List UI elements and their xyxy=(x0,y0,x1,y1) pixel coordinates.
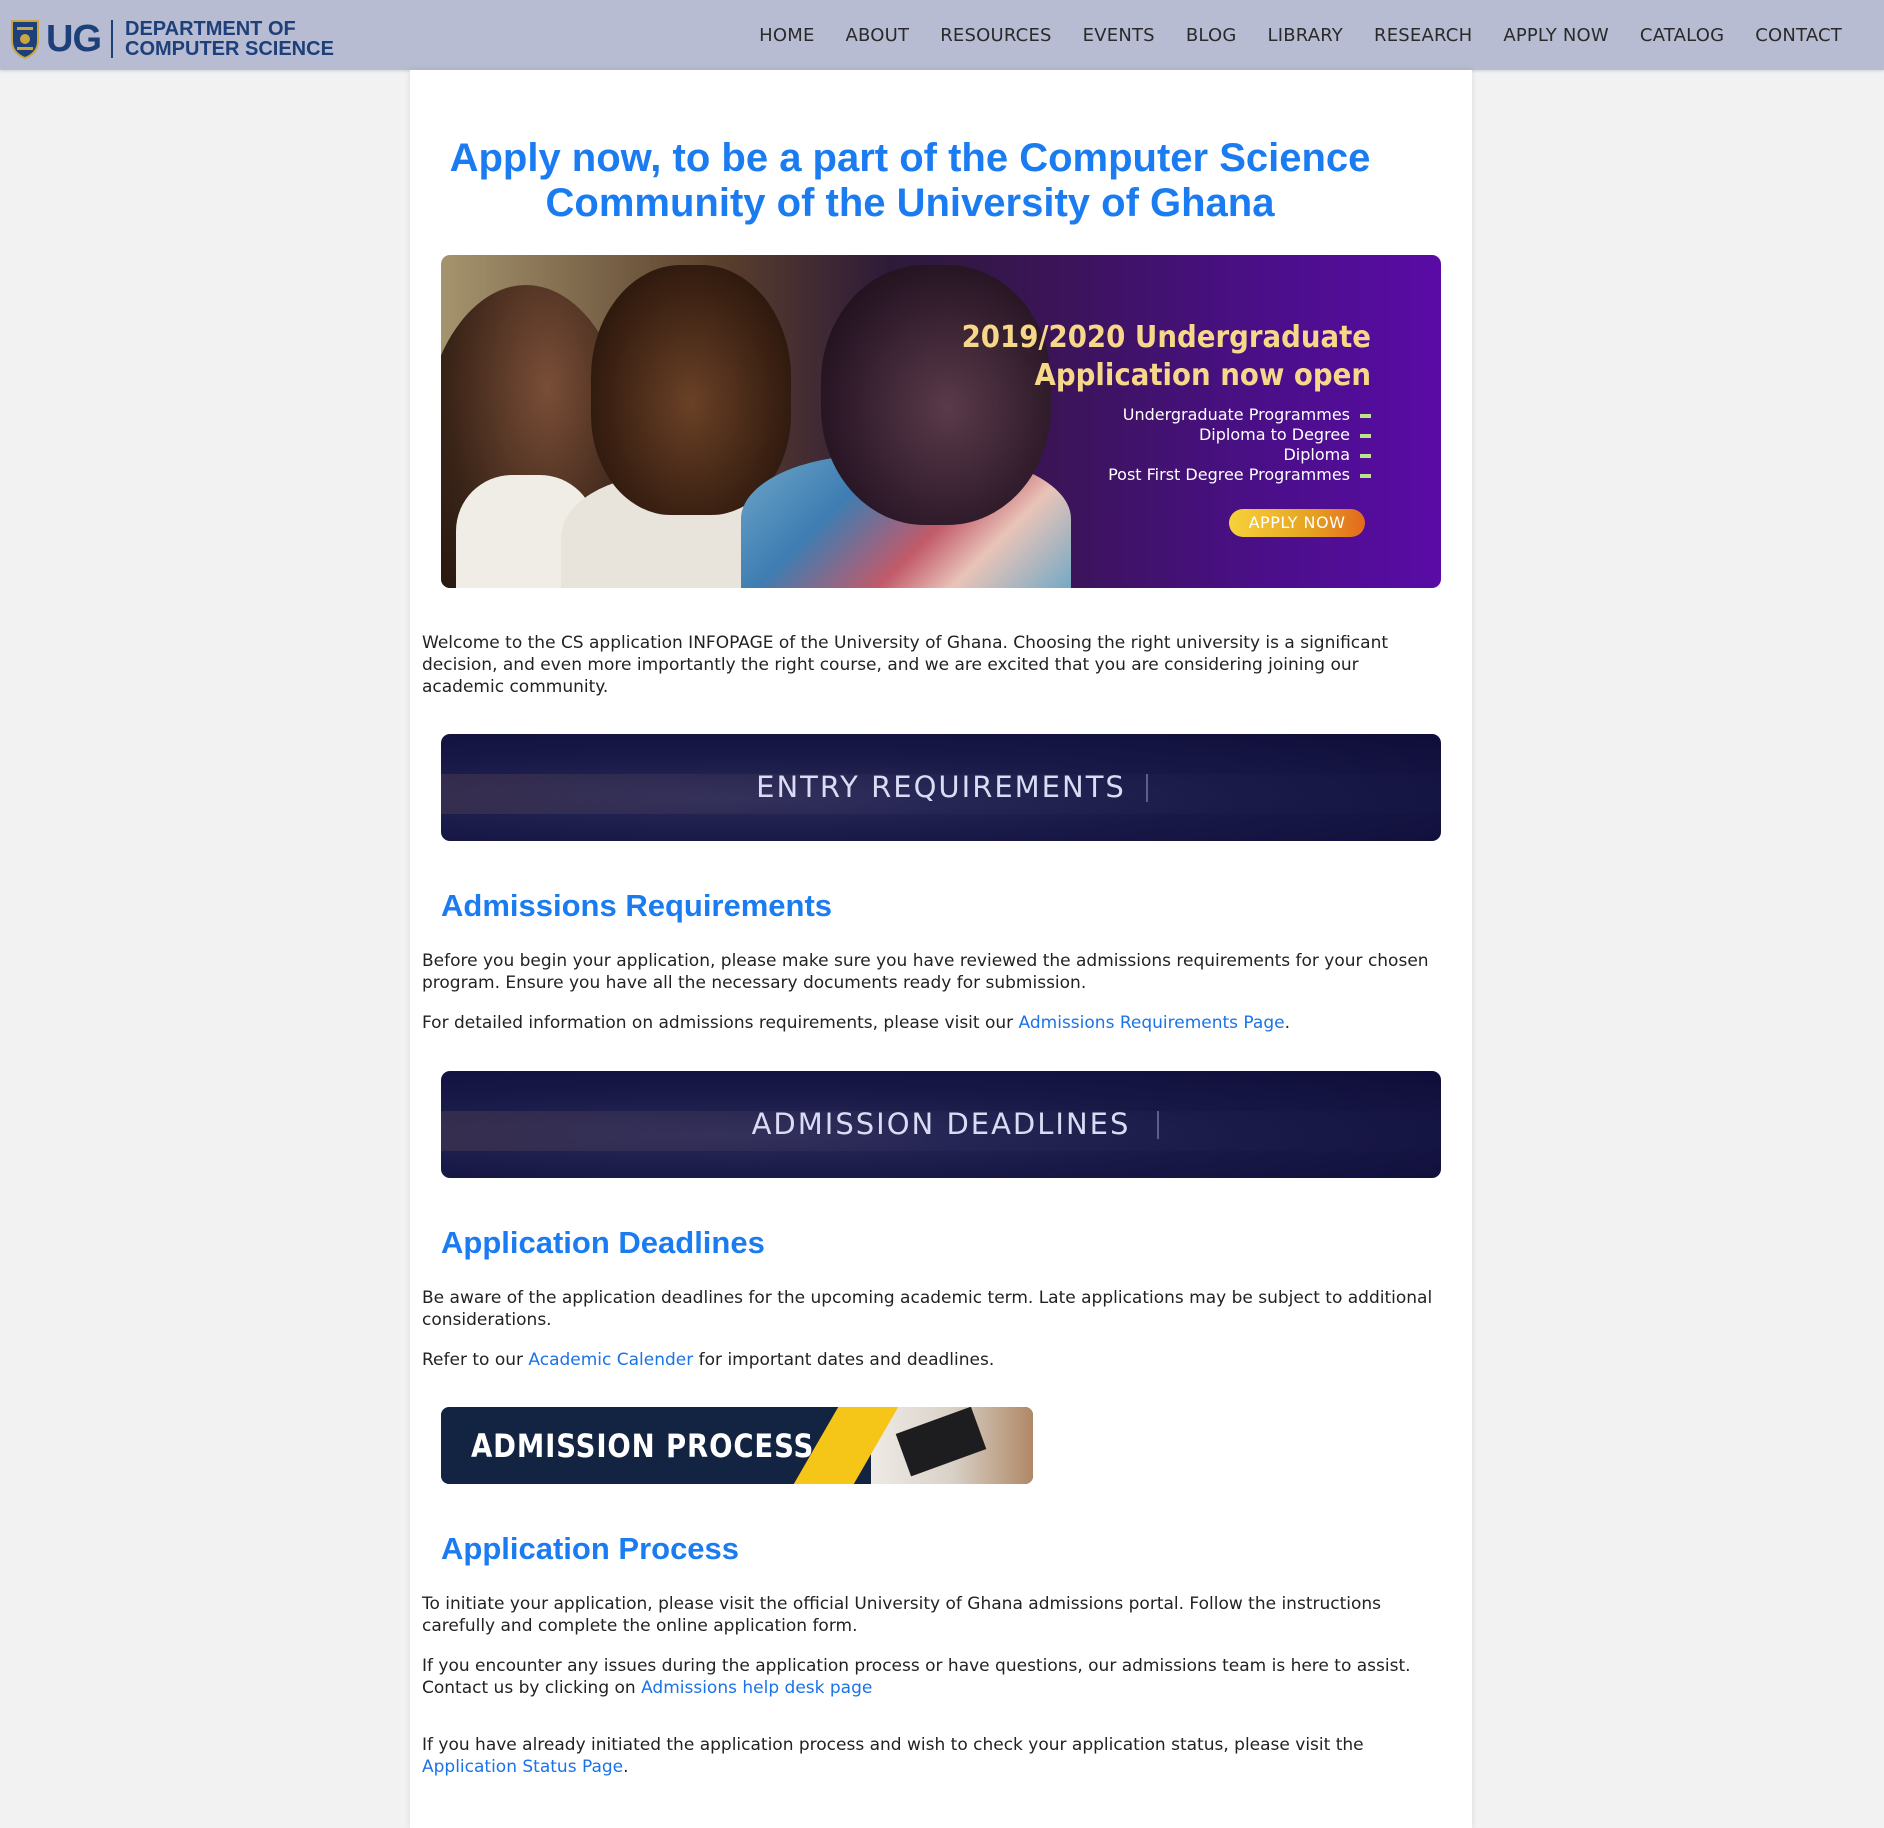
hero-list-item: Diploma xyxy=(926,445,1371,465)
nav-home[interactable]: HOME xyxy=(759,25,814,46)
process-status-paragraph: If you have already initiated the applic… xyxy=(422,1735,1364,1777)
dept-line-2: COMPUTER SCIENCE xyxy=(125,38,334,60)
nav-about[interactable]: ABOUT xyxy=(846,25,910,46)
hero-apply-now-button[interactable]: APPLY NOW xyxy=(1229,509,1365,537)
nav-research[interactable]: RESEARCH xyxy=(1374,25,1472,46)
logo-ug-mark: UG xyxy=(46,17,102,60)
hero-list-item: Diploma to Degree xyxy=(926,425,1371,445)
deadlines-heading: Application Deadlines xyxy=(441,1225,765,1260)
admission-process-banner: ADMISSION PROCESS xyxy=(441,1407,1033,1484)
process-paragraph: To initiate your application, please vis… xyxy=(422,1594,1382,1636)
banner-title: ENTRY REQUIREMENTS xyxy=(756,770,1126,804)
process-heading: Application Process xyxy=(441,1531,740,1566)
hero-photo-person-2 xyxy=(591,265,791,515)
nav-catalog[interactable]: CATALOG xyxy=(1640,25,1724,46)
main-content: Apply now, to be a part of the Computer … xyxy=(410,70,1472,1828)
hero-programme-list: Undergraduate Programmes Diploma to Degr… xyxy=(926,405,1371,485)
logo-divider xyxy=(111,20,113,58)
admissions-link-paragraph: For detailed information on admissions r… xyxy=(422,1013,1290,1033)
admissions-heading: Admissions Requirements xyxy=(441,888,833,923)
hero-title-line-1: 2019/2020 Undergraduate xyxy=(961,320,1371,355)
hero-list-item: Post First Degree Programmes xyxy=(926,465,1371,485)
banner-title: ADMISSION DEADLINES xyxy=(751,1107,1131,1141)
top-navigation-bar: UG DEPARTMENT OF COMPUTER SCIENCE HOME A… xyxy=(0,0,1884,70)
admissions-help-desk-link[interactable]: Admissions help desk page xyxy=(641,1678,872,1698)
bullet-dash-icon xyxy=(1360,433,1371,438)
main-nav: HOME ABOUT RESOURCES EVENTS BLOG LIBRARY… xyxy=(728,0,1842,70)
bullet-dash-icon xyxy=(1360,473,1371,478)
banner-cursor-mark xyxy=(1157,1111,1159,1139)
nav-events[interactable]: EVENTS xyxy=(1083,25,1155,46)
admissions-paragraph: Before you begin your application, pleas… xyxy=(422,951,1429,993)
banner-title: ADMISSION PROCESS xyxy=(471,1427,815,1465)
nav-resources[interactable]: RESOURCES xyxy=(940,25,1051,46)
application-status-link[interactable]: Application Status Page xyxy=(422,1757,623,1777)
nav-blog[interactable]: BLOG xyxy=(1186,25,1237,46)
nav-contact[interactable]: CONTACT xyxy=(1755,25,1842,46)
department-name: DEPARTMENT OF COMPUTER SCIENCE xyxy=(125,19,334,59)
nav-apply-now[interactable]: APPLY NOW xyxy=(1503,25,1609,46)
academic-calendar-link[interactable]: Academic Calender xyxy=(528,1350,693,1370)
entry-requirements-banner: ENTRY REQUIREMENTS xyxy=(441,734,1441,841)
nav-library[interactable]: LIBRARY xyxy=(1267,25,1343,46)
banner-cursor-mark xyxy=(1146,774,1148,802)
page-title: Apply now, to be a part of the Computer … xyxy=(449,136,1371,225)
admissions-requirements-link[interactable]: Admissions Requirements Page xyxy=(1019,1013,1285,1033)
university-crest-icon xyxy=(11,20,39,59)
hero-text: 2019/2020 Undergraduate Application now … xyxy=(926,319,1371,485)
hero-banner[interactable]: 2019/2020 Undergraduate Application now … xyxy=(441,255,1441,588)
hero-list-item: Undergraduate Programmes xyxy=(926,405,1371,425)
bullet-dash-icon xyxy=(1360,413,1371,418)
hero-title-line-2: Application now open xyxy=(1034,358,1371,393)
process-help-paragraph: If you encounter any issues during the a… xyxy=(422,1656,1411,1698)
welcome-text: Welcome to the CS application INFOPAGE o… xyxy=(422,633,1389,697)
site-logo[interactable]: UG DEPARTMENT OF COMPUTER SCIENCE xyxy=(10,16,334,62)
deadlines-link-paragraph: Refer to our Academic Calender for impor… xyxy=(422,1350,995,1370)
admission-deadlines-banner: ADMISSION DEADLINES xyxy=(441,1071,1441,1178)
bullet-dash-icon xyxy=(1360,453,1371,458)
dept-line-1: DEPARTMENT OF xyxy=(125,18,296,40)
deadlines-paragraph: Be aware of the application deadlines fo… xyxy=(422,1288,1433,1330)
